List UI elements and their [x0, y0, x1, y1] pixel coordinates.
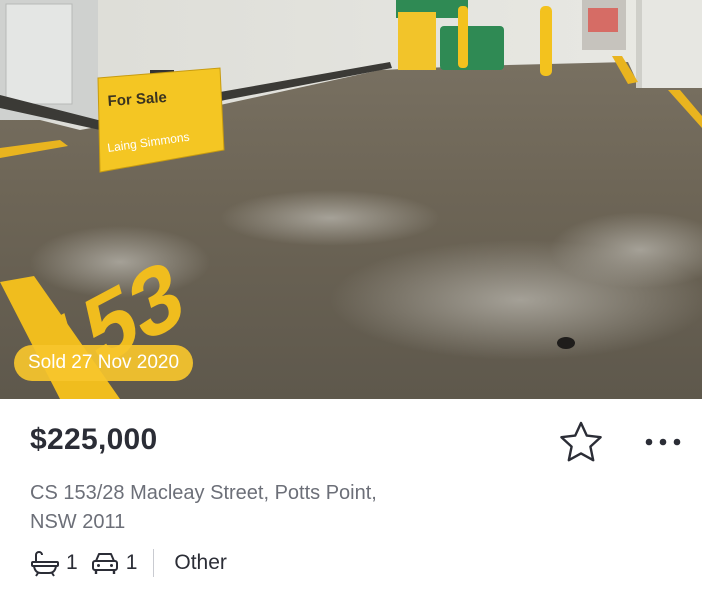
bath-icon	[30, 549, 60, 577]
car-space-count: 1	[125, 551, 138, 574]
car-icon	[90, 549, 120, 577]
more-options-button[interactable]	[640, 427, 686, 457]
address-line-state: NSW 2011	[30, 511, 126, 533]
sold-date-badge: Sold 27 Nov 2020	[14, 345, 194, 381]
car-space-photo: For Sale Laing Simmons 153	[0, 0, 702, 399]
more-horizontal-icon	[645, 438, 681, 446]
features-divider	[153, 549, 155, 577]
listing-card[interactable]: For Sale Laing Simmons 153 Sold 27 Nov 2…	[0, 0, 702, 600]
bathroom-count: 1	[66, 551, 78, 574]
listing-price: $225,000	[30, 423, 158, 456]
property-type: Other	[174, 551, 227, 574]
star-outline-icon	[560, 421, 602, 462]
favourite-button[interactable]	[558, 419, 604, 465]
listing-photo[interactable]: For Sale Laing Simmons 153 Sold 27 Nov 2…	[0, 0, 702, 399]
property-features: 1 1 Other	[30, 546, 227, 580]
listing-info: $225,000 CS 153/28 Macleay Street, Potts…	[0, 399, 702, 600]
address-line-street: CS 153/28 Macleay Street, Potts Point,	[30, 482, 377, 504]
listing-address[interactable]: CS 153/28 Macleay Street, Potts Point, N…	[30, 479, 510, 537]
